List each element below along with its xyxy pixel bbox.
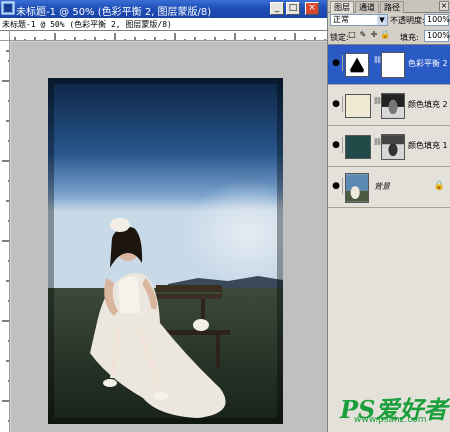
fill-label: 填充: <box>400 33 419 42</box>
layer-name: 颜色填充 1 <box>408 141 448 150</box>
visibility-toggle[interactable]: ● <box>329 55 343 71</box>
layer-name: 背景 <box>374 182 390 191</box>
layer-row-color-fill-1[interactable]: ● ⛓ 颜色填充 1 <box>328 127 450 167</box>
layer-mask-thumbnail[interactable] <box>381 134 405 160</box>
lock-icon: 🔒 <box>433 181 445 191</box>
background-thumbnail[interactable] <box>345 173 369 203</box>
watermark: PS爱好者 www.psahz.com <box>340 390 447 430</box>
layer-list: ● ⛓ 色彩平衡 2 ● ⛓ 颜色填充 2 ● ⛓ 颜色填充 1 ● 背景 🔒 <box>328 44 450 432</box>
title-bar[interactable]: 未标题-1 @ 50% (色彩平衡 2, 图层蒙版/8) _ □ × <box>0 0 327 18</box>
minimize-button[interactable]: _ <box>270 2 284 15</box>
opacity-label: 不透明度: <box>390 16 425 25</box>
ruler-ticks-top <box>14 33 326 40</box>
chain-link-icon[interactable]: ⛓ <box>373 138 382 148</box>
bride-on-bench-photo <box>48 78 283 424</box>
layer-name: 色彩平衡 2 <box>408 59 448 68</box>
blend-mode-value: 正常 <box>333 15 349 24</box>
fill-field[interactable]: 100% <box>424 30 450 42</box>
window-title: 未标题-1 @ 50% (色彩平衡 2, 图层蒙版/8) <box>16 7 212 18</box>
lock-all-icon[interactable]: 🔒 <box>380 30 390 40</box>
fill-swatch-thumbnail[interactable] <box>345 94 371 118</box>
document-image[interactable] <box>48 78 283 424</box>
ruler-origin[interactable] <box>0 31 10 41</box>
visibility-toggle[interactable]: ● <box>329 137 343 153</box>
layer-mask-thumbnail[interactable] <box>381 93 405 119</box>
eye-icon: ● <box>332 181 340 191</box>
horizontal-ruler[interactable] <box>10 31 327 41</box>
tab-paths[interactable]: 路径 <box>380 1 404 13</box>
panel-close-button[interactable]: × <box>439 1 449 11</box>
lock-buttons: □ ✎ ✛ 🔒 <box>347 30 391 40</box>
color-balance-icon <box>345 53 369 77</box>
lock-paint-icon[interactable]: ✎ <box>358 30 368 40</box>
fill-swatch-thumbnail[interactable] <box>345 135 371 159</box>
document-info-bar: 未标题-1 @ 50% (色彩平衡 2, 图层蒙版/8) <box>0 18 327 31</box>
layer-mask-thumbnail[interactable] <box>381 52 405 78</box>
tab-channels[interactable]: 通道 <box>355 1 379 13</box>
lock-move-icon[interactable]: ✛ <box>369 30 379 40</box>
layer-name: 颜色填充 2 <box>408 100 448 109</box>
opacity-field[interactable]: 100% <box>424 14 450 26</box>
panel-tabs: 图层 通道 路径 × <box>328 0 450 13</box>
lock-row: 锁定: □ ✎ ✛ 🔒 填充: 100% <box>328 29 450 44</box>
blend-mode-select[interactable]: 正常 ▼ <box>330 14 388 26</box>
lock-transparent-icon[interactable]: □ <box>347 30 357 40</box>
tab-layers[interactable]: 图层 <box>330 1 354 13</box>
visibility-toggle[interactable]: ● <box>329 178 343 194</box>
eye-icon: ● <box>332 140 340 150</box>
layers-panel: 图层 通道 路径 × 正常 ▼ 不透明度: 100% 锁定: □ ✎ ✛ 🔒 填充: … <box>327 0 450 432</box>
document-subtitle: 未标题-1 @ 50% (色彩平衡 2, 图层蒙版/8) <box>2 20 172 29</box>
chain-link-icon[interactable]: ⛓ <box>373 97 382 107</box>
eye-icon: ● <box>332 58 340 68</box>
layer-row-color-fill-2[interactable]: ● ⛓ 颜色填充 2 <box>328 86 450 126</box>
visibility-toggle[interactable]: ● <box>329 96 343 112</box>
ruler-ticks-left <box>2 50 9 422</box>
eye-icon: ● <box>332 99 340 109</box>
photoshop-doc-icon <box>1 1 15 15</box>
blend-row: 正常 ▼ 不透明度: 100% <box>328 13 450 28</box>
canvas-area[interactable] <box>11 42 327 432</box>
chain-link-icon[interactable]: ⛓ <box>373 56 382 66</box>
layer-row-color-balance-2[interactable]: ● ⛓ 色彩平衡 2 <box>328 45 450 85</box>
chevron-down-icon: ▼ <box>377 15 387 25</box>
layer-row-background[interactable]: ● 背景 🔒 <box>328 168 450 208</box>
document-window: 未标题-1 @ 50% (色彩平衡 2, 图层蒙版/8) _ □ × 未标题-1… <box>0 0 327 432</box>
maximize-button[interactable]: □ <box>286 2 300 15</box>
watermark-url: www.psahz.com <box>354 415 427 425</box>
close-button[interactable]: × <box>305 2 319 15</box>
lock-label: 锁定: <box>330 33 349 42</box>
vertical-ruler[interactable] <box>0 41 10 432</box>
